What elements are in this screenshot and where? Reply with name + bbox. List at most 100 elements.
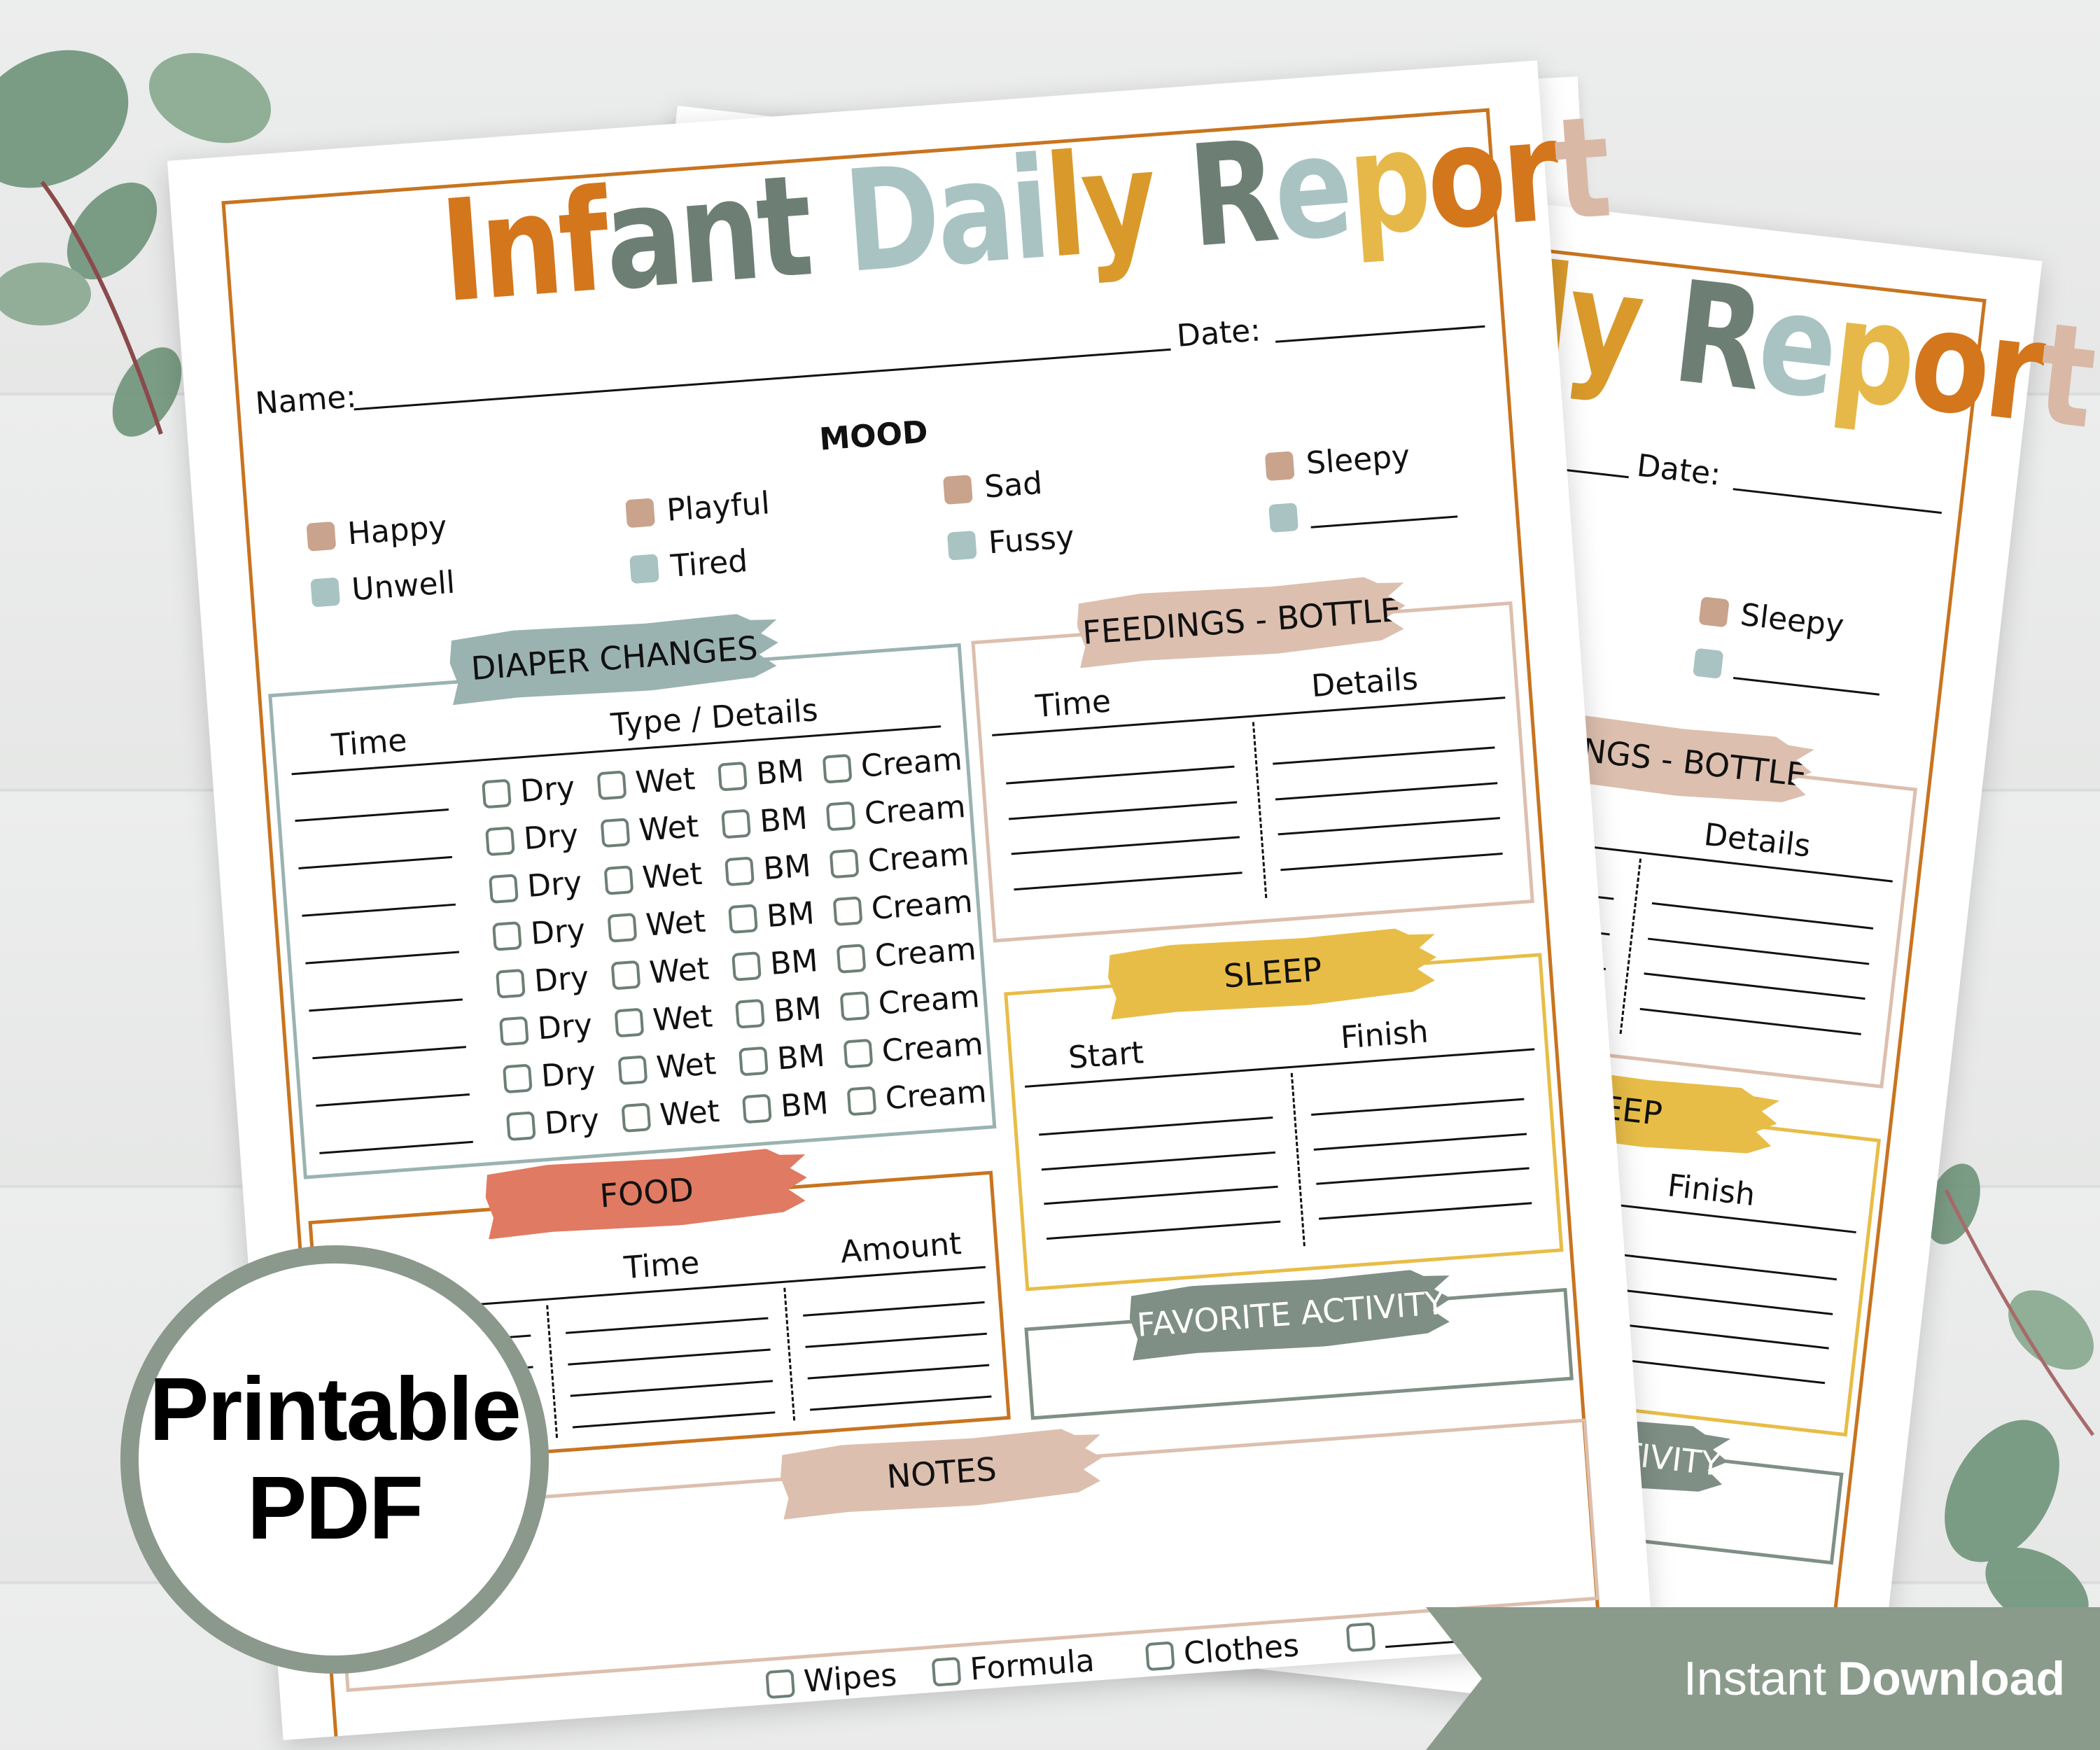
- checkbox[interactable]: [1345, 1622, 1376, 1653]
- sleep-field[interactable]: [1041, 1151, 1276, 1170]
- feedings-field[interactable]: [1639, 1007, 1861, 1035]
- diaper-option[interactable]: Wet: [610, 951, 710, 993]
- diaper-option[interactable]: Cream: [829, 836, 970, 882]
- checkbox[interactable]: [829, 848, 860, 878]
- diaper-option[interactable]: Wet: [614, 998, 714, 1041]
- mood-checkbox[interactable]: [946, 530, 977, 561]
- checkbox[interactable]: [603, 864, 634, 895]
- feedings-field[interactable]: [1006, 765, 1235, 785]
- sleep-field[interactable]: [1313, 1133, 1527, 1151]
- diaper-option[interactable]: BM: [724, 848, 812, 890]
- sleep-field[interactable]: [1620, 1288, 1833, 1315]
- feedings-field[interactable]: [1644, 972, 1865, 1000]
- checkbox[interactable]: [843, 1038, 874, 1069]
- feedings-field[interactable]: [1278, 817, 1500, 836]
- checkbox[interactable]: [502, 1063, 533, 1093]
- mood-checkbox[interactable]: [1264, 450, 1295, 481]
- mood-checkbox[interactable]: [629, 553, 659, 584]
- sleep-field[interactable]: [1316, 1167, 1530, 1185]
- mood-checkbox[interactable]: [1268, 503, 1299, 533]
- diaper-option[interactable]: Dry: [495, 960, 590, 1002]
- diaper-time-field[interactable]: [316, 1093, 470, 1107]
- mood-option[interactable]: Sad: [942, 465, 1044, 508]
- checkbox[interactable]: [485, 825, 515, 856]
- mood-checkbox[interactable]: [1693, 648, 1724, 679]
- diaper-option[interactable]: Cream: [832, 884, 974, 930]
- checkbox[interactable]: [607, 912, 638, 943]
- sleep-field[interactable]: [1624, 1254, 1837, 1281]
- diaper-option[interactable]: Cream: [825, 789, 967, 834]
- mood-checkbox[interactable]: [310, 577, 341, 608]
- feedings-field[interactable]: [1008, 801, 1238, 820]
- diaper-option[interactable]: Wet: [607, 904, 707, 946]
- feedings-field[interactable]: [1011, 836, 1240, 855]
- food-field[interactable]: [566, 1317, 769, 1334]
- diaper-option[interactable]: Cream: [843, 1026, 984, 1072]
- diaper-option[interactable]: Wet: [617, 1046, 718, 1088]
- diaper-time-field[interactable]: [305, 951, 459, 965]
- checkbox[interactable]: [836, 943, 867, 974]
- diaper-option[interactable]: BM: [728, 895, 816, 937]
- sleep-field[interactable]: [1046, 1220, 1281, 1240]
- checkbox[interactable]: [495, 968, 526, 999]
- diaper-option[interactable]: BM: [732, 943, 819, 985]
- checkbox[interactable]: [822, 753, 853, 784]
- checkbox[interactable]: [728, 903, 758, 934]
- diaper-option[interactable]: Cream: [836, 931, 977, 976]
- checkbox[interactable]: [732, 951, 762, 981]
- diaper-option[interactable]: Wet: [596, 761, 696, 804]
- diaper-option[interactable]: Cream: [839, 979, 981, 1024]
- checkbox[interactable]: [505, 1110, 536, 1141]
- food-field[interactable]: [805, 1332, 987, 1348]
- mood-checkbox[interactable]: [942, 474, 973, 505]
- mood-checkbox[interactable]: [306, 521, 337, 552]
- feedings-field[interactable]: [1273, 746, 1495, 765]
- checkbox[interactable]: [482, 778, 512, 808]
- checkbox[interactable]: [724, 855, 755, 886]
- checkbox[interactable]: [617, 1054, 648, 1085]
- food-field[interactable]: [807, 1364, 990, 1380]
- checkbox[interactable]: [846, 1086, 877, 1116]
- diaper-option[interactable]: Wet: [603, 856, 704, 899]
- diaper-time-field[interactable]: [295, 808, 449, 822]
- checkbox[interactable]: [621, 1102, 652, 1133]
- diaper-option[interactable]: Dry: [488, 864, 583, 907]
- food-field[interactable]: [803, 1301, 985, 1317]
- checkbox[interactable]: [765, 1668, 796, 1699]
- checkbox[interactable]: [610, 960, 641, 990]
- sleep-field[interactable]: [1612, 1357, 1826, 1384]
- checkbox[interactable]: [596, 769, 627, 800]
- diaper-option[interactable]: Dry: [498, 1007, 594, 1050]
- checkbox[interactable]: [721, 808, 751, 839]
- feedings-field[interactable]: [1014, 871, 1242, 890]
- sleep-field[interactable]: [1318, 1201, 1532, 1220]
- diaper-option[interactable]: BM: [741, 1086, 830, 1128]
- sleep-field[interactable]: [1044, 1185, 1278, 1205]
- checkbox[interactable]: [600, 817, 631, 848]
- checkbox[interactable]: [735, 998, 765, 1029]
- food-field[interactable]: [810, 1395, 992, 1411]
- checkbox[interactable]: [738, 1046, 769, 1077]
- sleep-field[interactable]: [1616, 1323, 1829, 1350]
- diaper-option[interactable]: Dry: [502, 1055, 597, 1098]
- checkbox[interactable]: [498, 1016, 529, 1046]
- checkbox[interactable]: [832, 895, 863, 926]
- sleep-field[interactable]: [1039, 1116, 1273, 1136]
- checkbox[interactable]: [491, 920, 522, 951]
- diaper-option[interactable]: Wet: [621, 1093, 721, 1136]
- diaper-option[interactable]: Dry: [482, 770, 576, 813]
- diaper-time-field[interactable]: [302, 903, 456, 917]
- feedings-field[interactable]: [1275, 781, 1498, 801]
- feedings-field[interactable]: [1648, 937, 1870, 965]
- diaper-option[interactable]: Dry: [485, 818, 580, 860]
- checkbox[interactable]: [1144, 1640, 1175, 1671]
- diaper-time-field[interactable]: [312, 1046, 466, 1060]
- food-field[interactable]: [570, 1380, 774, 1397]
- diaper-option[interactable]: BM: [721, 801, 808, 843]
- diaper-option[interactable]: BM: [738, 1038, 826, 1080]
- feedings-field[interactable]: [1651, 902, 1874, 930]
- diaper-option[interactable]: Dry: [491, 912, 587, 955]
- food-field[interactable]: [572, 1411, 776, 1429]
- checkbox[interactable]: [931, 1656, 962, 1687]
- checkbox[interactable]: [718, 761, 748, 792]
